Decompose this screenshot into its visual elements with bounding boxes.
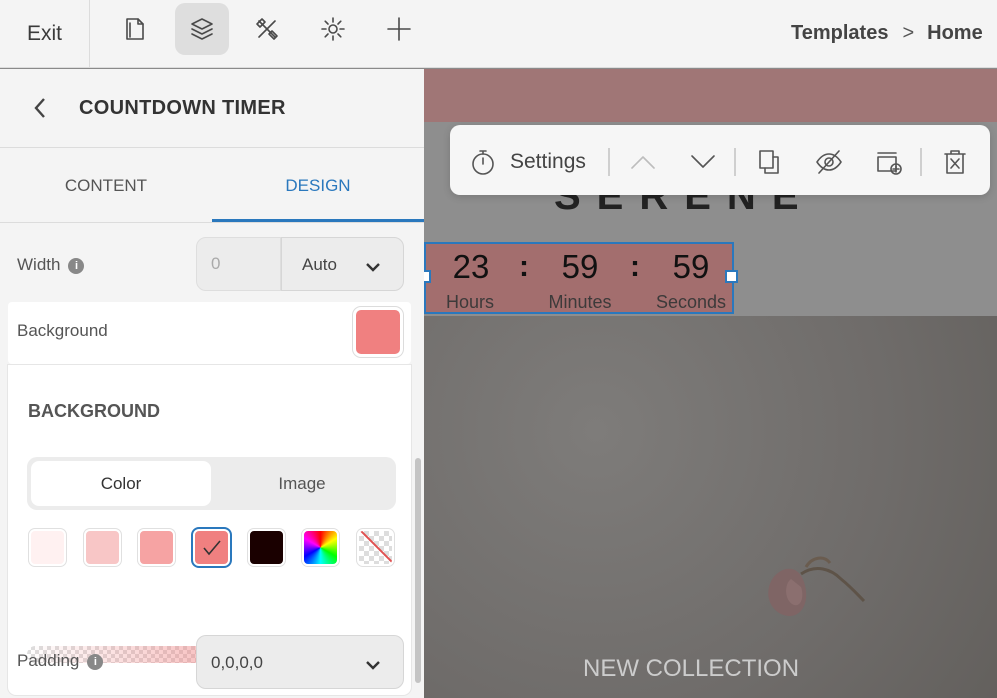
image-mode-button[interactable]: Image [212,461,392,506]
breadcrumb: Templates > Home [791,22,983,45]
panel-header: COUNTDOWN TIMER [0,69,424,148]
background-label: Background [17,321,108,340]
active-tab-indicator [212,219,424,222]
swatch-dark[interactable] [248,529,285,566]
padding-select[interactable]: 0,0,0,0 [196,635,404,689]
timer-minutes-value: 59 [561,248,599,285]
breadcrumb-templates[interactable]: Templates [791,22,888,44]
chevron-up-icon [631,156,655,169]
collection-heading[interactable]: NEW COLLECTION [583,655,799,683]
add-button[interactable] [372,3,426,55]
timer-minutes-label: Minutes [548,292,612,312]
gear-icon [321,17,345,41]
toolbar-separator [920,148,922,176]
pages-icon [126,18,144,40]
delete-button[interactable] [940,147,970,177]
exit-button[interactable]: Exit [27,22,62,46]
announcement-bar[interactable] [424,69,997,122]
chevron-right-icon: > [902,22,915,44]
info-icon[interactable]: i [68,258,85,274]
dried-rose-image [768,556,866,617]
toolbar-divider [89,0,90,68]
eye-off-icon [816,150,842,174]
custom-color-picker[interactable] [302,529,339,566]
timer-separator: : [630,250,640,283]
settings-button[interactable] [306,3,360,55]
check-icon [203,540,221,556]
width-unit-select[interactable]: Auto [281,237,404,291]
width-label: Width i [17,255,85,275]
delete-icon [944,150,966,174]
timer-hours-value: 23 [452,248,490,285]
popup-title: BACKGROUND [28,401,160,421]
toolbar-separator [608,148,610,176]
timer-hours-label: Hours [445,292,494,312]
tools-button[interactable] [240,3,294,55]
move-up-button[interactable] [628,147,658,177]
toolbar-separator [734,148,736,176]
pages-button[interactable] [108,3,162,55]
color-mode-button[interactable]: Color [31,461,211,506]
timer-seconds-label: Seconds [655,292,727,312]
timer-seconds-value: 59 [672,248,710,285]
add-section-button[interactable] [874,147,904,177]
move-down-button[interactable] [688,147,718,177]
padding-value: 0,0,0,0 [211,653,263,672]
countdown-timer-block[interactable]: 23 : 59 : 59 Hours Minutes Seconds [424,242,734,314]
settings-label[interactable]: Settings [510,150,586,174]
swatch-pink[interactable] [138,529,175,566]
breadcrumb-home[interactable]: Home [927,22,983,44]
width-label-text: Width [17,255,61,274]
swatch-light-pink[interactable] [84,529,121,566]
add-section-icon [877,152,902,175]
panel-title: COUNTDOWN TIMER [79,97,286,119]
width-unit-value: Auto [302,255,337,274]
no-color-slash [359,531,392,564]
chevron-down-icon [365,258,381,272]
duplicate-button[interactable] [754,147,784,177]
info-icon[interactable]: i [87,654,104,670]
chevron-down-icon [691,155,715,168]
timer-icon [472,150,494,175]
block-settings-button[interactable] [468,147,498,177]
properties-panel: COUNTDOWN TIMER CONTENT DESIGN Width i 0 … [0,69,424,698]
swatch-lightest-pink[interactable] [29,529,66,566]
chevron-down-icon [365,656,381,670]
padding-label: Padding i [17,651,104,671]
swatch-coral-selected[interactable] [193,529,230,566]
padding-label-text: Padding [17,651,80,670]
hero-image[interactable] [424,316,997,698]
tab-design[interactable]: DESIGN [212,149,424,223]
width-input[interactable]: 0 [196,237,281,291]
swatch-transparent[interactable] [357,529,394,566]
back-button[interactable] [30,95,50,121]
layers-button[interactable] [175,3,229,55]
chevron-left-icon [34,98,45,118]
hide-button[interactable] [814,147,844,177]
layers-icon [191,18,213,40]
plus-icon [387,17,411,41]
panel-tabs: CONTENT DESIGN [0,149,424,223]
block-context-toolbar: Settings [450,125,990,195]
timer-separator: : [519,250,529,283]
duplicate-icon [759,150,779,174]
tab-content[interactable]: CONTENT [0,149,212,223]
resize-handle-right[interactable] [725,270,738,283]
tools-icon [256,18,278,40]
page-canvas: SERENE NEW COLLECTION 23 : 59 : 59 Hours… [424,69,997,698]
top-toolbar: Exit Templates > Home [0,0,997,68]
resize-handle-left[interactable] [424,270,431,283]
panel-scrollbar[interactable] [415,458,421,683]
background-color-swatch[interactable] [353,307,403,357]
background-mode-toggle: Color Image [27,457,396,510]
